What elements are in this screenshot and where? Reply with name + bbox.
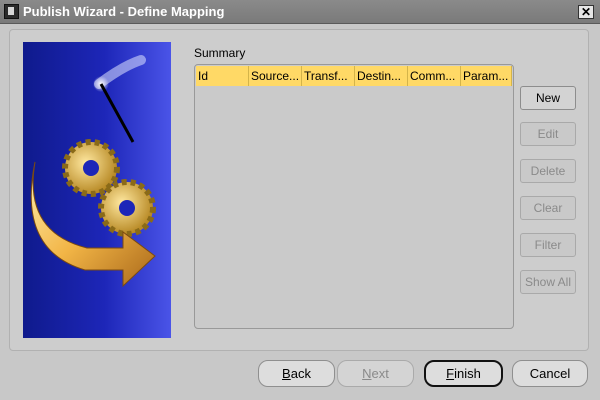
column-header-transformation[interactable]: Transf...: [302, 66, 355, 86]
window-title: Publish Wizard - Define Mapping: [23, 4, 225, 19]
app-icon: [4, 4, 19, 19]
wizard-graphic: [23, 42, 171, 338]
finish-mnemonic: F: [446, 366, 455, 381]
title-bar: Publish Wizard - Define Mapping ✕: [0, 0, 600, 24]
back-label: ack: [290, 366, 311, 381]
new-button[interactable]: New: [520, 86, 576, 110]
column-header-source[interactable]: Source...: [249, 66, 302, 86]
column-header-id[interactable]: Id: [196, 66, 249, 86]
next-label: ext: [371, 366, 389, 381]
close-icon: ✕: [580, 5, 592, 19]
next-mnemonic: N: [362, 366, 372, 381]
clear-button[interactable]: Clear: [520, 196, 576, 220]
summary-label: Summary: [194, 46, 246, 60]
delete-button[interactable]: Delete: [520, 159, 576, 183]
filter-button[interactable]: Filter: [520, 233, 576, 257]
cancel-button[interactable]: Cancel: [512, 360, 588, 387]
back-mnemonic: B: [282, 366, 291, 381]
summary-table-header: Id Source... Transf... Destin... Comm...…: [196, 66, 512, 86]
summary-table[interactable]: [194, 64, 514, 329]
finish-button[interactable]: Finish: [424, 360, 503, 387]
column-header-parameters[interactable]: Param...: [461, 66, 512, 86]
column-header-comment[interactable]: Comm...: [408, 66, 461, 86]
close-button[interactable]: ✕: [578, 5, 594, 19]
show-all-button[interactable]: Show All: [520, 270, 576, 294]
finish-label: inish: [454, 366, 481, 381]
column-header-destination[interactable]: Destin...: [355, 66, 408, 86]
back-button[interactable]: Back: [258, 360, 335, 387]
edit-button[interactable]: Edit: [520, 122, 576, 146]
next-button[interactable]: Next: [337, 360, 414, 387]
